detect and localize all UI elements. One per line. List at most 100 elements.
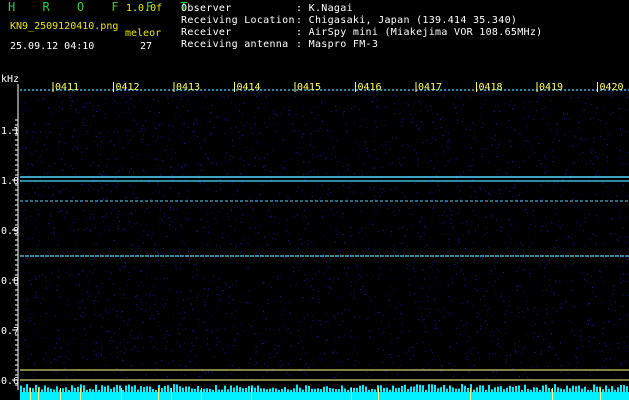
baseline-spike	[575, 386, 577, 392]
baseline-spike	[347, 389, 349, 392]
baseline-spike	[566, 385, 568, 392]
baseline-spike	[623, 385, 625, 392]
baseline-spike	[563, 389, 565, 392]
baseline-spike	[431, 384, 433, 392]
baseline-spike	[443, 384, 445, 392]
baseline-spike	[353, 387, 355, 392]
baseline-marker	[378, 388, 379, 400]
baseline-spike	[590, 389, 592, 392]
baseline-spike	[605, 385, 607, 392]
baseline-spike	[542, 385, 544, 392]
baseline-spike	[380, 385, 382, 392]
time-label: 0414	[237, 82, 261, 93]
baseline-spike	[269, 388, 271, 392]
baseline-spike	[335, 389, 337, 392]
baseline-spike	[410, 386, 412, 392]
axis-tick-label: 1.0	[1, 176, 19, 187]
baseline-spike	[530, 389, 532, 392]
baseline-spike	[344, 388, 346, 392]
baseline-spike	[197, 386, 199, 392]
baseline-spike	[23, 387, 25, 392]
baseline-spike	[302, 389, 304, 392]
baseline-spike	[476, 387, 478, 392]
baseline-spike	[317, 388, 319, 392]
baseline-spike	[494, 387, 496, 392]
time-label: 0417	[418, 82, 442, 93]
baseline-spike	[608, 388, 610, 392]
version-label: 1.0.0f	[126, 3, 163, 14]
baseline-spike	[440, 387, 442, 392]
baseline-spike	[227, 389, 229, 392]
baseline-spike	[41, 389, 43, 392]
baseline-spike	[500, 386, 502, 392]
baseline-spike	[398, 387, 400, 392]
baseline-spike	[506, 387, 508, 392]
baseline-spike	[584, 386, 586, 392]
baseline-spike	[560, 388, 562, 392]
baseline-spike	[296, 384, 298, 392]
baseline-spike	[425, 389, 427, 392]
baseline-spike	[221, 389, 223, 392]
baseline-spike	[473, 389, 475, 392]
baseline-spike	[89, 388, 91, 392]
axis-tick-label: 1.1	[1, 126, 19, 137]
baseline-spike	[239, 387, 241, 392]
baseline-spike	[284, 387, 286, 392]
baseline-spike	[194, 388, 196, 392]
baseline-spike	[110, 388, 112, 392]
baseline-spike	[176, 384, 178, 392]
baseline-marker	[171, 388, 172, 400]
baseline-spike	[287, 389, 289, 392]
baseline-spike	[68, 389, 70, 392]
baseline-spike	[518, 385, 520, 392]
baseline-spike	[401, 385, 403, 392]
baseline-spike	[173, 384, 175, 392]
baseline-spike	[281, 388, 283, 392]
baseline-spike	[428, 384, 430, 392]
baseline-spike	[299, 387, 301, 392]
baseline-spike	[482, 385, 484, 392]
baseline-spike	[56, 386, 58, 392]
baseline-spike	[83, 385, 85, 392]
baseline-spike	[26, 384, 28, 392]
baseline-spike	[257, 385, 259, 392]
baseline-spike	[53, 389, 55, 392]
baseline-spike	[611, 386, 613, 392]
baseline-spike	[509, 385, 511, 392]
time-label: 0419	[539, 82, 563, 93]
baseline-spike	[116, 384, 118, 392]
header-panel: H R O F F T 1.0.0f KN9_2509120410.png me…	[0, 0, 629, 70]
axis-unit-label: kHz	[1, 74, 19, 85]
baseline-spike	[338, 389, 340, 392]
info-value-antenna: : Maspro FM-3	[296, 39, 379, 50]
baseline-marker	[38, 388, 39, 400]
baseline-spike	[305, 385, 307, 392]
baseline-spike	[521, 389, 523, 392]
baseline-spike	[77, 386, 79, 392]
info-label-receiver: Receiver	[181, 27, 232, 38]
baseline-marker	[251, 388, 252, 400]
baseline-spike	[539, 389, 541, 392]
app-title: H R O F F T	[8, 0, 198, 14]
baseline-spike	[128, 384, 130, 392]
baseline-spike	[62, 388, 64, 392]
info-value-location: : Chigasaki, Japan (139.414 35.340)	[296, 15, 518, 26]
baseline-spike	[569, 388, 571, 392]
baseline-spike	[245, 387, 247, 392]
baseline-spike	[125, 385, 127, 392]
baseline-spike	[71, 385, 73, 392]
baseline-marker	[121, 388, 122, 400]
baseline-spike	[308, 385, 310, 392]
baseline-spike	[512, 386, 514, 392]
baseline-spike	[188, 386, 190, 392]
baseline-spike	[206, 388, 208, 392]
baseline-spike	[455, 388, 457, 392]
info-value-observer: : K.Nagai	[296, 3, 353, 14]
baseline-spike	[209, 388, 211, 392]
filename-label: KN9_2509120410.png	[10, 21, 119, 32]
baseline-spike	[149, 386, 151, 392]
baseline-spike	[119, 385, 121, 392]
baseline-marker	[470, 388, 471, 400]
baseline-spike	[617, 387, 619, 392]
time-label: 0416	[358, 82, 382, 93]
